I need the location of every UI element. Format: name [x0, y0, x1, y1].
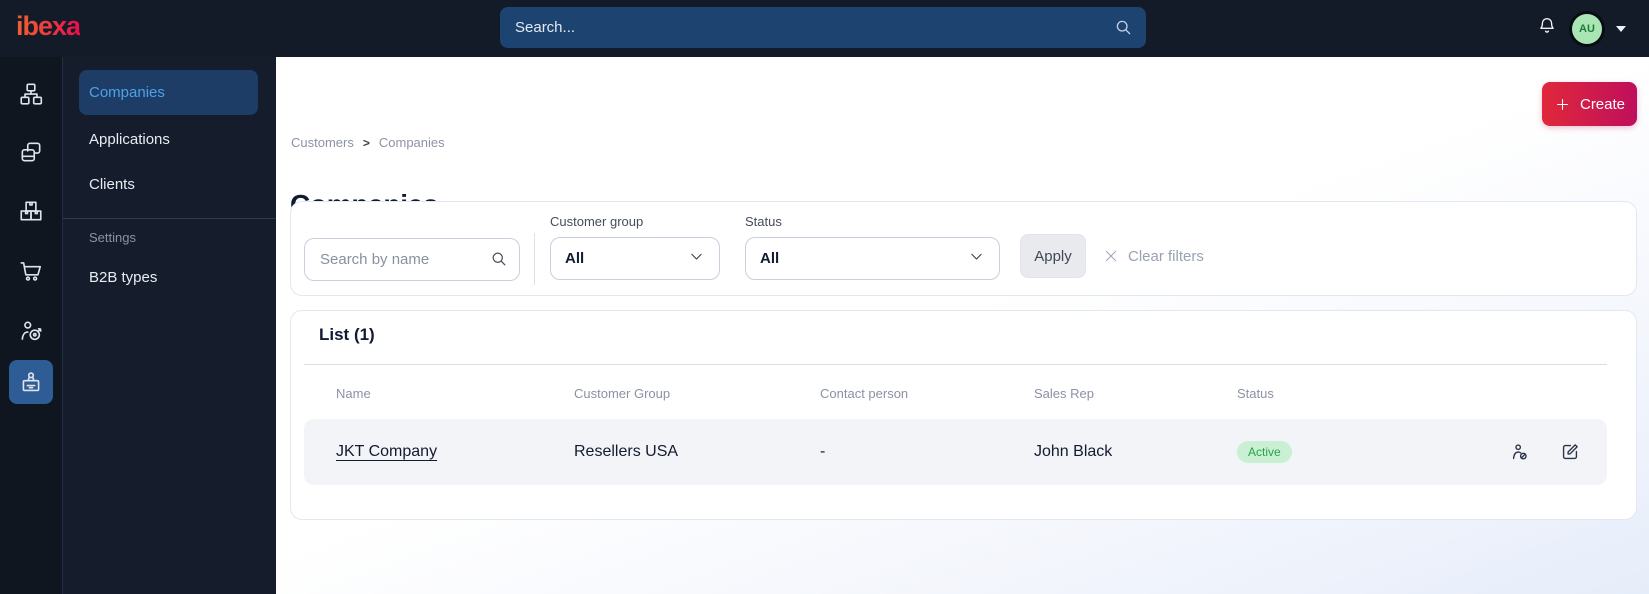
menu-item-label: Companies — [89, 84, 165, 101]
column-header-contact-person: Contact person — [820, 386, 909, 401]
nav-pages-icon[interactable] — [9, 130, 53, 174]
app-window: ibexa AU — [0, 0, 1649, 594]
nav-audience-target-icon[interactable] — [9, 309, 53, 353]
filters-card: Customer group All Status All — [290, 201, 1637, 296]
create-button[interactable]: Create — [1542, 82, 1637, 126]
nav-content-tree-icon[interactable] — [9, 72, 53, 116]
plus-icon — [1556, 98, 1568, 110]
impersonate-user-icon[interactable] — [1509, 441, 1531, 463]
nav-customer-portal-icon[interactable] — [9, 360, 53, 404]
list-title: List (1) — [319, 325, 375, 344]
filter-search — [304, 238, 520, 281]
filter-status: Status All — [745, 214, 1000, 280]
chevron-down-icon — [688, 248, 705, 270]
side-menu: Companies Applications Clients Settings … — [63, 57, 276, 594]
breadcrumb-customers[interactable]: Customers — [291, 135, 354, 150]
menu-item-b2b-types[interactable]: B2B types — [89, 269, 157, 286]
cell-customer-group: Resellers USA — [574, 443, 679, 460]
menu-item-clients[interactable]: Clients — [89, 176, 135, 193]
breadcrumb: Customers > Companies — [291, 135, 445, 150]
status-select[interactable]: All — [745, 237, 1000, 280]
filter-divider — [534, 233, 535, 285]
breadcrumb-separator: > — [362, 135, 370, 150]
table-row[interactable]: JKT Company Resellers USA - John Black A… — [304, 419, 1607, 485]
top-right-cluster: AU — [1536, 0, 1626, 57]
column-header-customer-group: Customer Group — [574, 386, 671, 401]
cell-contact-person: - — [820, 443, 826, 460]
company-link[interactable]: JKT Company — [336, 443, 437, 461]
status-badge: Active — [1237, 441, 1292, 463]
filter-search-input[interactable] — [304, 238, 520, 281]
main-content: Customers > Companies Create Companies — [276, 57, 1649, 594]
menu-item-companies[interactable]: Companies — [79, 70, 258, 115]
nav-commerce-cart-icon[interactable] — [9, 249, 53, 293]
list-card: List (1) Name Customer Group Contact per… — [290, 310, 1637, 520]
clear-filters-label: Clear filters — [1128, 247, 1204, 265]
menu-section-settings: Settings — [89, 230, 136, 245]
top-bar: ibexa AU — [0, 0, 1649, 57]
filter-customer-group: Customer group All — [550, 214, 720, 280]
column-header-sales-rep: Sales Rep — [1034, 386, 1094, 401]
create-button-label: Create — [1579, 95, 1626, 113]
global-search-input[interactable] — [500, 19, 1146, 36]
cell-status: Active — [1237, 419, 1292, 485]
close-icon — [1105, 250, 1117, 262]
cell-sales-rep: John Black — [1034, 443, 1113, 460]
clear-filters-button[interactable]: Clear filters — [1103, 234, 1204, 278]
ibexa-logo: ibexa — [16, 11, 81, 41]
customer-group-select[interactable]: All — [550, 237, 720, 280]
user-menu-caret-icon[interactable] — [1616, 25, 1626, 32]
icon-rail — [0, 57, 63, 594]
breadcrumb-companies[interactable]: Companies — [379, 135, 445, 150]
column-header-name: Name — [336, 386, 371, 401]
filter-status-label: Status — [745, 214, 782, 229]
nav-products-icon[interactable] — [9, 189, 53, 233]
notifications-bell-icon[interactable] — [1536, 15, 1558, 42]
user-avatar[interactable]: AU — [1572, 13, 1602, 44]
customer-group-value: All — [565, 250, 585, 267]
menu-divider — [63, 218, 276, 219]
cell-name: JKT Company — [336, 419, 437, 485]
filter-customer-group-label: Customer group — [550, 214, 644, 229]
list-divider — [304, 364, 1607, 365]
global-search[interactable] — [500, 7, 1146, 48]
search-icon — [1113, 17, 1134, 43]
menu-item-applications[interactable]: Applications — [89, 131, 170, 148]
column-header-status: Status — [1237, 386, 1274, 401]
apply-button[interactable]: Apply — [1020, 234, 1086, 278]
status-value: All — [760, 250, 780, 267]
edit-icon[interactable] — [1559, 441, 1581, 463]
search-icon — [489, 249, 509, 274]
chevron-down-icon — [968, 248, 985, 270]
